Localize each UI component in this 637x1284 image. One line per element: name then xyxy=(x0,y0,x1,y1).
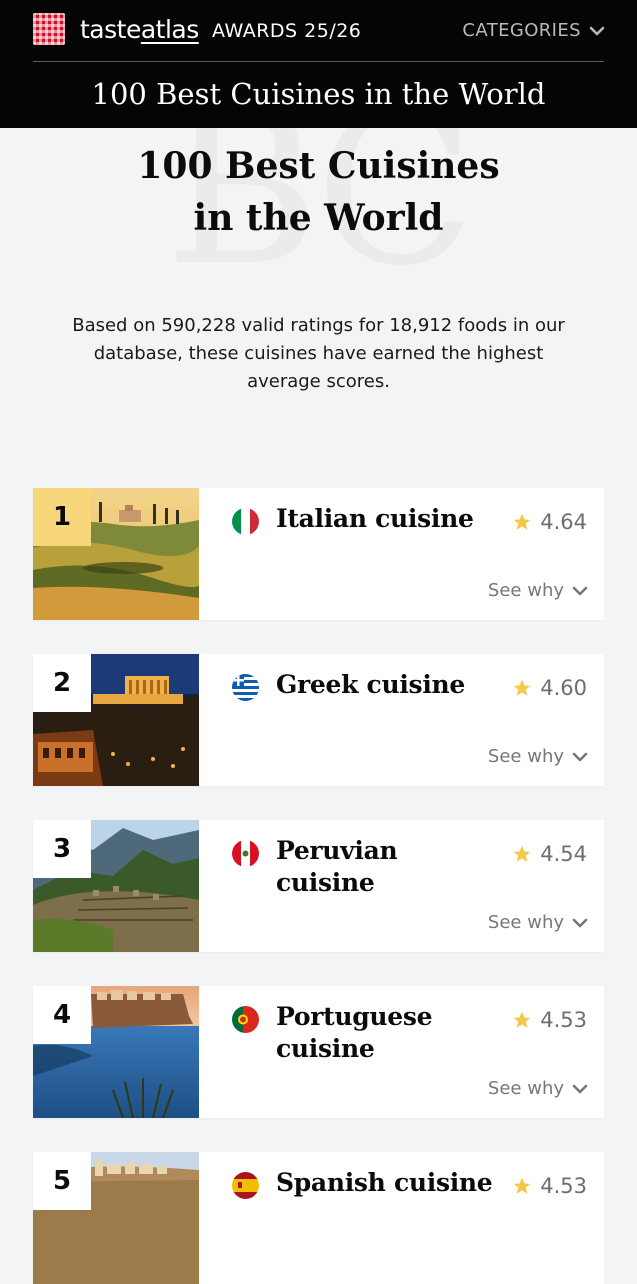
peru-flag-icon xyxy=(232,840,259,867)
rating: 4.60 xyxy=(512,673,587,703)
italy-flag-icon xyxy=(232,508,259,535)
see-why-button[interactable]: See why xyxy=(488,912,588,933)
cuisine-name[interactable]: Peruvian cuisine xyxy=(276,835,498,899)
site-header: tasteatlas AWARDS 25/26 CATEGORIES 100 B… xyxy=(0,0,637,128)
page-title-line-2: in the World xyxy=(193,197,444,239)
star-icon xyxy=(513,513,531,530)
rank-badge: 2 xyxy=(33,654,91,712)
spain-flag-icon xyxy=(232,1172,259,1199)
cuisine-card-4[interactable]: 4 Portuguese cuisine 4.53 See why xyxy=(33,986,604,1118)
categories-label: CATEGORIES xyxy=(462,20,581,41)
rating: 4.53 xyxy=(512,1171,587,1201)
star-icon xyxy=(513,679,531,696)
cuisine-name[interactable]: Spanish cuisine xyxy=(276,1167,526,1199)
top-bar: tasteatlas AWARDS 25/26 CATEGORIES xyxy=(0,0,637,62)
rating-value: 4.64 xyxy=(540,510,587,534)
cuisine-name[interactable]: Portuguese cuisine xyxy=(276,1001,498,1065)
header-divider xyxy=(33,61,604,62)
star-icon xyxy=(513,845,531,862)
rating-value: 4.53 xyxy=(540,1174,587,1198)
chevron-down-icon xyxy=(572,1084,588,1093)
rating: 4.53 xyxy=(512,1005,587,1035)
cuisine-card-2[interactable]: 2 Greek cuisine 4.60 See why xyxy=(33,654,604,786)
awards-label: AWARDS 25/26 xyxy=(212,20,362,42)
cuisine-card-3[interactable]: 3 Peruvian cuisine 4.54 See why xyxy=(33,820,604,952)
ranking-description: Based on 590,228 valid ratings for 18,91… xyxy=(72,315,565,392)
rank-badge: 3 xyxy=(33,820,91,878)
tasteatlas-logo-icon[interactable] xyxy=(33,13,65,45)
rank-badge: 4 xyxy=(33,986,91,1044)
cuisine-card-1[interactable]: 1 Italian cuisine 4.64 See why xyxy=(33,488,604,620)
cuisine-name[interactable]: Italian cuisine xyxy=(276,503,498,535)
cuisine-card-5[interactable]: 5 Spanish cuisine 4.53 xyxy=(33,1152,604,1284)
page-title-line-1: 100 Best Cuisines xyxy=(137,145,500,187)
tasteatlas-logo[interactable]: tasteatlas xyxy=(80,13,199,47)
chevron-down-icon xyxy=(572,752,588,761)
rating: 4.64 xyxy=(512,507,587,537)
page-title: 100 Best Cuisines in the World xyxy=(0,140,637,244)
star-icon xyxy=(513,1011,531,1028)
see-why-button[interactable]: See why xyxy=(488,1078,588,1099)
see-why-button[interactable]: See why xyxy=(488,580,588,601)
cuisine-image-spanish[interactable]: 5 xyxy=(33,1152,199,1284)
chevron-down-icon xyxy=(589,26,605,36)
logo-text-taste: taste xyxy=(80,15,141,44)
rating-value: 4.53 xyxy=(540,1008,587,1032)
greece-flag-icon xyxy=(232,674,259,701)
rating: 4.54 xyxy=(512,839,587,869)
header-subtitle: 100 Best Cuisines in the World xyxy=(91,77,546,111)
cuisine-image-greek[interactable]: 2 xyxy=(33,654,199,786)
rating-value: 4.60 xyxy=(540,676,587,700)
chevron-down-icon xyxy=(572,918,588,927)
logo-text-atlas: atlas xyxy=(140,15,199,44)
cuisine-image-portuguese[interactable]: 4 xyxy=(33,986,199,1118)
see-why-label: See why xyxy=(487,912,564,933)
star-icon xyxy=(513,1177,531,1194)
portugal-flag-icon xyxy=(232,1006,259,1033)
chevron-down-icon xyxy=(572,586,588,595)
rating-value: 4.54 xyxy=(540,842,587,866)
cuisine-image-italian[interactable]: 1 xyxy=(33,488,199,620)
rank-badge: 1 xyxy=(33,488,91,546)
cuisine-image-peruvian[interactable]: 3 xyxy=(33,820,199,952)
see-why-label: See why xyxy=(487,746,564,767)
cuisine-name[interactable]: Greek cuisine xyxy=(276,669,498,701)
see-why-button[interactable]: See why xyxy=(488,746,588,767)
rank-badge: 5 xyxy=(33,1152,91,1210)
see-why-label: See why xyxy=(487,580,564,601)
categories-menu-button[interactable]: CATEGORIES xyxy=(462,16,605,46)
see-why-label: See why xyxy=(487,1078,564,1099)
